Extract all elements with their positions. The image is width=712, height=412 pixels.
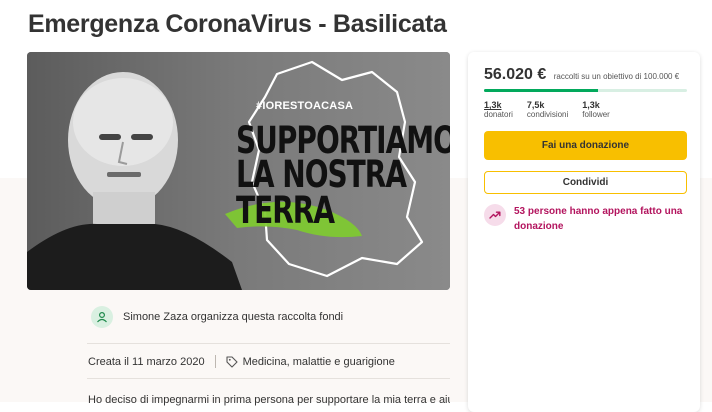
organizer-user-icon: [91, 306, 113, 328]
hero-hashtag: #IORESTOACASA: [256, 100, 354, 112]
share-button[interactable]: Condividi: [484, 171, 687, 194]
organizer-text[interactable]: Simone Zaza organizza questa raccolta fo…: [123, 311, 343, 323]
trending-up-icon: [484, 204, 506, 226]
stat-shares: 7,5k condivisioni: [527, 100, 568, 120]
stat-label: follower: [582, 110, 610, 119]
page-title: Emergenza CoronaVirus - Basilicata: [28, 10, 447, 38]
created-date: Creata il 11 marzo 2020: [88, 355, 205, 368]
campaign-hero-image[interactable]: #IORESTOACASA SUPPORTIAMO LA NOSTRA TERR…: [27, 52, 450, 290]
stat-label: condivisioni: [526, 110, 569, 119]
donate-button[interactable]: Fai una donazione: [484, 131, 687, 160]
donation-sidebar-card: 56.020 € raccolti su un obiettivo di 100…: [468, 52, 700, 412]
stat-value: 7,5k: [526, 100, 545, 110]
stat-label: donatori: [484, 110, 513, 119]
category-link[interactable]: Medicina, malattie e guarigione: [243, 356, 395, 368]
amount-raised-line: 56.020 € raccolti su un obiettivo di 100…: [484, 66, 679, 84]
divider: [87, 378, 450, 379]
tag-icon: [226, 355, 238, 368]
organizer-row: Simone Zaza organizza questa raccolta fo…: [91, 306, 343, 328]
campaign-description: Ho deciso di impegnarmi in prima persona…: [88, 394, 450, 406]
goal-text: raccolti su un obiettivo di 100.000 €: [553, 72, 680, 81]
stat-followers: 1,3k follower: [582, 100, 610, 120]
stat-value: 1,3k: [484, 100, 502, 110]
progress-bar: [484, 89, 687, 92]
recent-donations-text: 53 persone hanno appena fatto una donazi…: [514, 206, 683, 232]
stat-value: 1,3k: [582, 100, 600, 110]
stat-donors[interactable]: 1,3k donatori: [484, 100, 513, 120]
hero-headline-line-3: TERRA: [236, 188, 335, 233]
recent-donations-notice[interactable]: 53 persone hanno appena fatto una donazi…: [484, 204, 689, 234]
divider: [87, 343, 450, 344]
stats-row: 1,3k donatori 7,5k condivisioni 1,3k fol…: [484, 100, 624, 120]
amount-raised: 56.020 €: [484, 66, 547, 83]
meta-separator: [214, 355, 216, 368]
progress-bar-fill: [484, 89, 598, 92]
campaign-meta: Creata il 11 marzo 2020 Medicina, malatt…: [88, 355, 395, 368]
